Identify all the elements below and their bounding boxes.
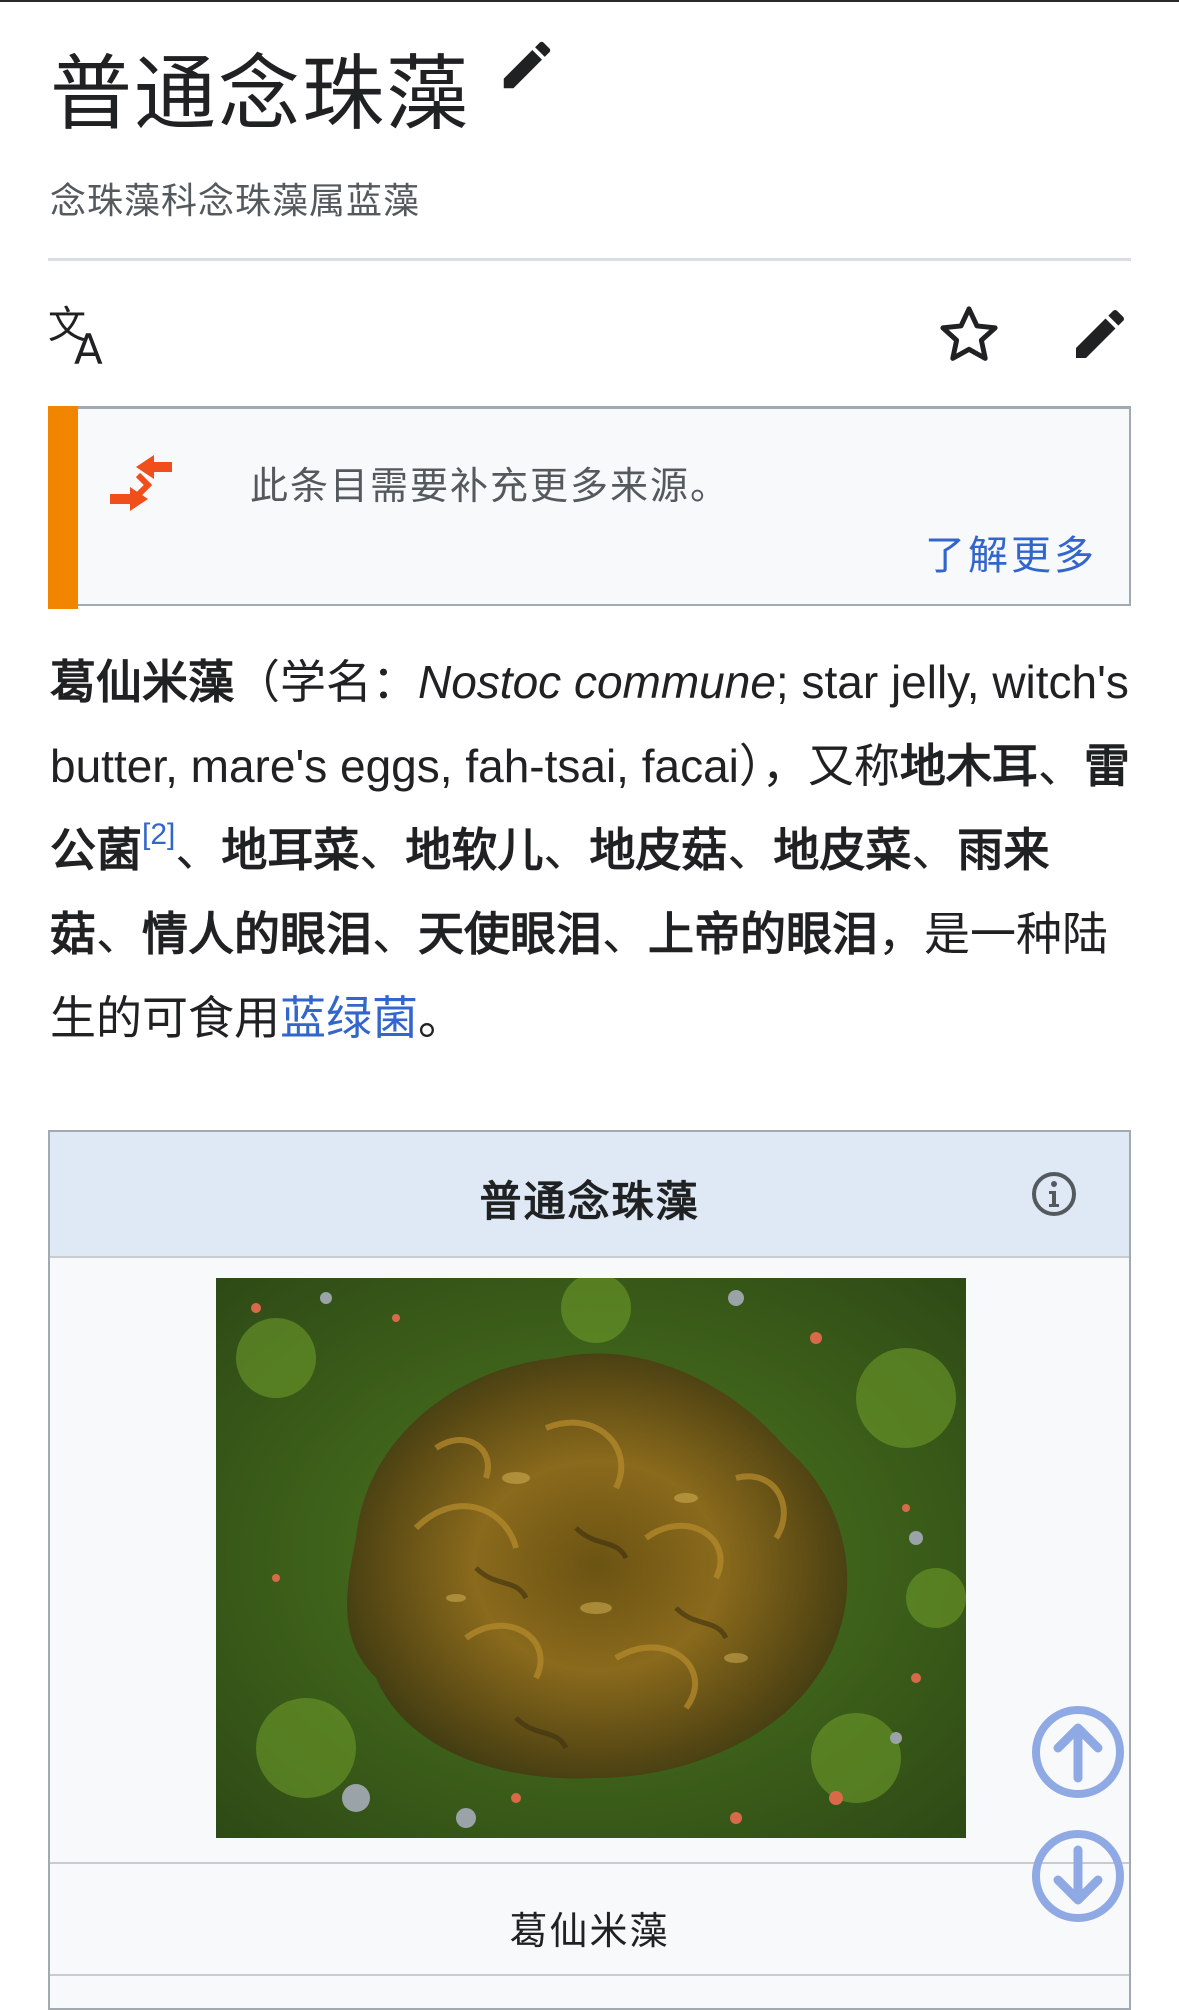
infobox-caption: 葛仙米藻 (509, 1909, 670, 1953)
infobox-footer-divider (50, 1974, 1129, 1976)
alias: 天使眼泪 (418, 908, 602, 960)
alias: 地皮菜 (773, 824, 912, 876)
notice-accent-stripe (48, 406, 78, 609)
separator: 、 (543, 824, 590, 876)
separator: 、 (359, 824, 406, 876)
page-title: 普通念珠藻 (50, 47, 471, 142)
page-actions-toolbar: 文 A (48, 298, 1131, 378)
separator: 、 (727, 824, 774, 876)
alias: 上帝的眼泪 (648, 908, 878, 960)
cyanobacteria-link[interactable]: 蓝绿菌 (280, 992, 418, 1044)
language-icon[interactable]: 文 A (48, 302, 118, 368)
infobox-image[interactable] (216, 1278, 966, 1838)
infobox-title: 普通念珠藻 (479, 1177, 700, 1226)
separator: 、 (372, 908, 418, 960)
pencil-icon[interactable] (496, 34, 558, 96)
scientific-name: Nostoc commune (418, 656, 776, 708)
lead-paragraph: 葛仙米藻（学名：Nostoc commune; star jelly, witc… (50, 640, 1140, 1060)
alias: 地软儿 (405, 824, 544, 876)
infobox-header: 普通念珠藻 (50, 1132, 1129, 1258)
arrow-up-circle-icon[interactable] (1030, 1704, 1126, 1800)
period: 。 (418, 992, 464, 1044)
more-sources-notice: 此条目需要补充更多来源。 了解更多 (48, 406, 1131, 609)
paren-text: （学名： (234, 656, 418, 708)
separator: 、 (175, 824, 222, 876)
notice-text: 此条目需要补充更多来源。 (250, 464, 731, 508)
arrow-down-circle-icon[interactable] (1030, 1828, 1126, 1924)
separator: 、 (96, 908, 142, 960)
separator: 、 (911, 824, 958, 876)
info-icon[interactable] (1030, 1170, 1078, 1218)
name-bold: 葛仙米藻 (50, 656, 234, 708)
merge-arrows-icon (110, 455, 172, 511)
learn-more-link[interactable]: 了解更多 (925, 523, 1097, 581)
infobox: 普通念珠藻 葛仙米藻 (48, 1130, 1131, 2010)
citation-link[interactable]: [2] (142, 818, 175, 851)
separator: 、 (1037, 740, 1084, 792)
edit-icon[interactable] (1068, 302, 1132, 366)
separator: 、 (602, 908, 648, 960)
caption-divider (50, 1862, 1129, 1864)
comma: ， (761, 740, 808, 792)
alias: 地木耳 (899, 740, 1038, 792)
page-subtitle: 念珠藻科念珠藻属蓝藻 (50, 181, 421, 222)
header-divider (48, 258, 1131, 261)
also-called-text: 又称 (807, 740, 900, 792)
alias: 地耳菜 (221, 824, 360, 876)
alias: 情人的眼泪 (142, 908, 372, 960)
alias: 地皮菇 (589, 824, 728, 876)
star-icon[interactable] (936, 302, 1002, 368)
title-row: 普通念珠藻 (50, 40, 558, 150)
top-border (0, 0, 1179, 2)
svg-text:A: A (74, 325, 103, 368)
